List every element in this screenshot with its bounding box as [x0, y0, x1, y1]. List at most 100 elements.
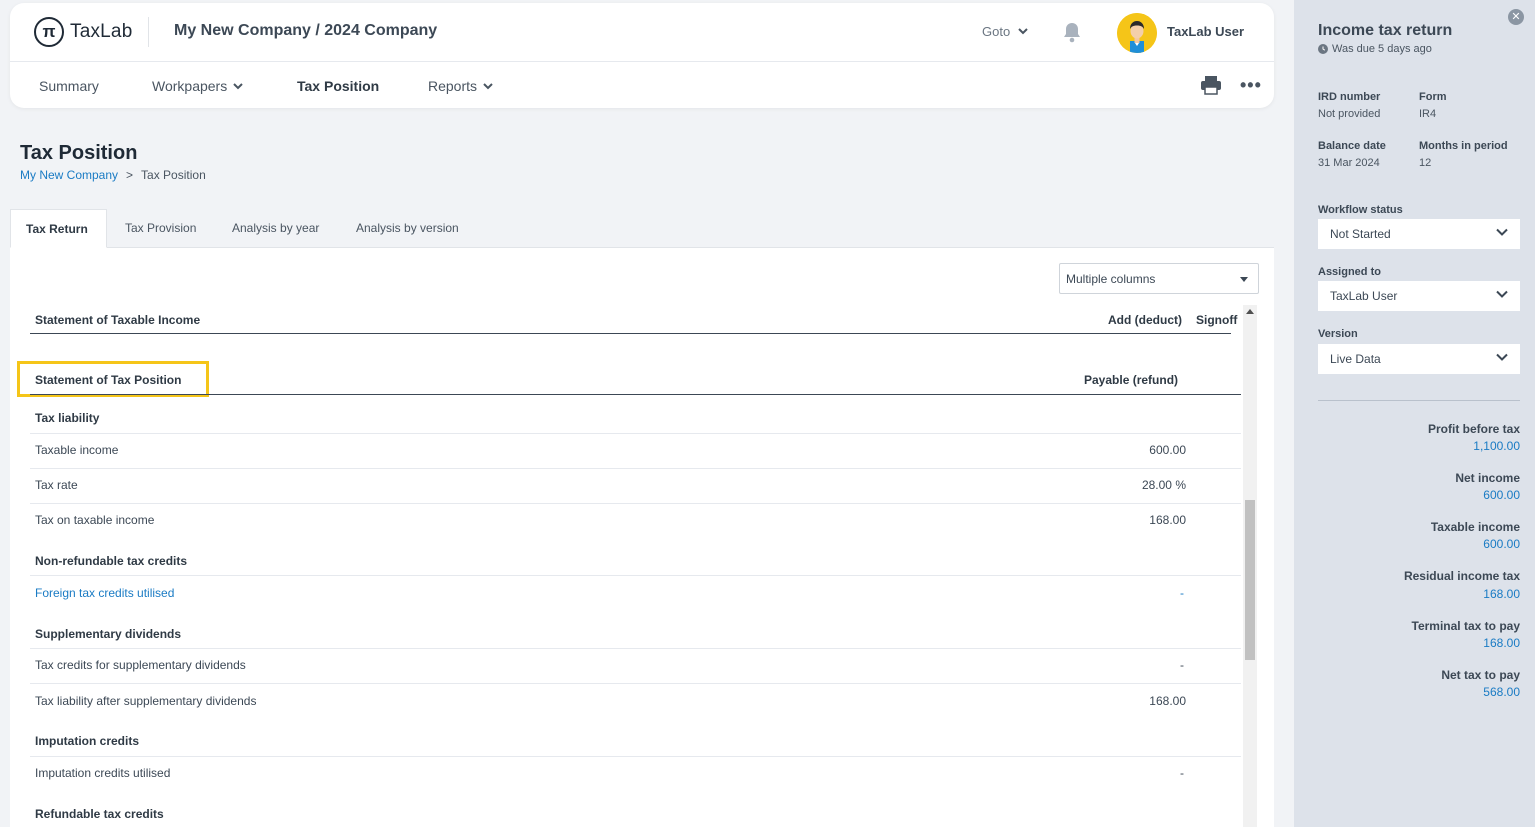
- due-text: Was due 5 days ago: [1332, 43, 1432, 55]
- chevron-down-icon: [483, 82, 493, 89]
- metric-residual-tax-value[interactable]: 168.00: [1483, 587, 1520, 601]
- assigned-to-value: TaxLab User: [1330, 289, 1398, 303]
- logo-text: TaxLab: [70, 21, 133, 42]
- row-foreign-credits-value[interactable]: -: [1180, 586, 1184, 600]
- nav-summary[interactable]: Summary: [39, 78, 99, 94]
- form-value: IR4: [1419, 108, 1437, 120]
- row-liability-after-label: Tax liability after supplementary divide…: [35, 694, 257, 708]
- bell-icon[interactable]: [1062, 21, 1082, 43]
- metric-terminal-tax-value[interactable]: 168.00: [1483, 636, 1520, 650]
- tab-tax-return[interactable]: Tax Return: [10, 209, 107, 248]
- row-foreign-credits-link[interactable]: Foreign tax credits utilised: [35, 586, 174, 600]
- chevron-down-icon: [233, 82, 243, 89]
- taxlab-logo[interactable]: π TaxLab: [34, 17, 132, 47]
- form-label: Form: [1419, 91, 1447, 103]
- scroll-thumb[interactable]: [1245, 500, 1255, 660]
- metric-residual-tax-label: Residual income tax: [1403, 569, 1520, 583]
- chevron-down-icon: [1018, 28, 1028, 35]
- tab-analysis-by-year[interactable]: Analysis by year: [217, 209, 334, 248]
- metric-net-income-value[interactable]: 600.00: [1483, 488, 1520, 502]
- statement-taxable-income-title: Statement of Taxable Income: [35, 313, 201, 327]
- section-refundable-credits: Refundable tax credits: [35, 807, 164, 821]
- workflow-status-label: Workflow status: [1318, 204, 1403, 216]
- content-scrollbar[interactable]: [1243, 305, 1257, 827]
- columns-select[interactable]: Multiple columns: [1059, 263, 1259, 294]
- goto-label: Goto: [982, 24, 1011, 39]
- row-taxable-income-value: 600.00: [1149, 443, 1186, 457]
- metric-net-tax-value[interactable]: 568.00: [1483, 685, 1520, 699]
- section-imputation-credits: Imputation credits: [35, 734, 140, 748]
- columns-select-value: Multiple columns: [1066, 272, 1156, 286]
- col-payable-refund: Payable (refund): [1084, 373, 1179, 387]
- workflow-status-value: Not Started: [1330, 227, 1391, 241]
- sidebar-title: Income tax return: [1318, 22, 1453, 39]
- tab-analysis-by-version[interactable]: Analysis by version: [341, 209, 474, 248]
- user-avatar-icon: [1117, 13, 1157, 53]
- print-icon[interactable]: [1200, 75, 1222, 95]
- app-header: π TaxLab My New Company / 2024 Company G…: [10, 3, 1274, 108]
- scroll-up-arrow-icon[interactable]: [1246, 309, 1254, 314]
- row-imputation-utilised-value: -: [1180, 766, 1184, 780]
- breadcrumb-current: Tax Position: [141, 168, 206, 182]
- tab-bar: Tax Return Tax Provision Analysis by yea…: [10, 209, 1274, 248]
- right-sidebar: [1294, 0, 1535, 827]
- metric-profit-before-tax-value[interactable]: 1,100.00: [1473, 439, 1520, 453]
- breadcrumb-parent-link[interactable]: My New Company: [20, 168, 118, 182]
- months-value: 12: [1419, 157, 1432, 169]
- section-supplementary-dividends: Supplementary dividends: [35, 627, 182, 641]
- chevron-down-icon: [1496, 353, 1508, 361]
- row-taxable-income-label: Taxable income: [35, 443, 119, 457]
- version-select[interactable]: Live Data: [1318, 344, 1520, 374]
- position-header-rule: [30, 394, 1241, 395]
- metric-terminal-tax-label: Terminal tax to pay: [1411, 619, 1520, 633]
- username[interactable]: TaxLab User: [1167, 24, 1244, 39]
- goto-dropdown[interactable]: Goto: [982, 24, 1028, 39]
- row-supp-credits-label: Tax credits for supplementary dividends: [35, 658, 246, 672]
- more-options-icon[interactable]: •••: [1240, 75, 1262, 96]
- balance-date-label: Balance date: [1318, 140, 1386, 152]
- assigned-to-select[interactable]: TaxLab User: [1318, 281, 1520, 311]
- row-supp-credits-value: -: [1180, 658, 1184, 672]
- avatar[interactable]: [1117, 13, 1157, 53]
- section-non-refundable-credits: Non-refundable tax credits: [35, 554, 188, 568]
- nav-workpapers-label: Workpapers: [152, 78, 228, 94]
- sidebar-divider: [1318, 400, 1520, 401]
- col-signoff: Signoff: [1196, 313, 1238, 327]
- version-value: Live Data: [1330, 352, 1381, 366]
- ird-number-value: Not provided: [1318, 108, 1381, 120]
- metric-profit-before-tax-label: Profit before tax: [1427, 422, 1520, 436]
- ird-number-label: IRD number: [1318, 91, 1381, 103]
- income-header-rule: [30, 333, 1231, 334]
- row-tax-on-income-value: 168.00: [1149, 513, 1186, 527]
- nav-tax-position[interactable]: Tax Position: [297, 78, 379, 94]
- tax-return-panel: Multiple columns Statement of Taxable In…: [10, 248, 1274, 827]
- row-separator: [30, 648, 1241, 649]
- row-tax-on-income-label: Tax on taxable income: [35, 513, 155, 527]
- chevron-down-icon: [1496, 228, 1508, 236]
- row-liability-after-value: 168.00: [1149, 694, 1186, 708]
- metric-taxable-income-value[interactable]: 600.00: [1483, 537, 1520, 551]
- statement-tax-position-title: Statement of Tax Position: [35, 373, 182, 387]
- header-top-bar: π TaxLab My New Company / 2024 Company G…: [10, 3, 1274, 62]
- nav-workpapers[interactable]: Workpapers: [152, 78, 243, 94]
- section-tax-liability: Tax liability: [35, 411, 100, 425]
- page-title: Tax Position: [20, 142, 138, 164]
- nav-summary-label: Summary: [39, 78, 99, 94]
- company-title[interactable]: My New Company / 2024 Company: [174, 22, 437, 40]
- header-divider: [148, 17, 149, 47]
- row-imputation-utilised-label: Imputation credits utilised: [35, 766, 171, 780]
- breadcrumb: My New Company > Tax Position: [20, 168, 206, 182]
- metric-taxable-income-label: Taxable income: [1430, 520, 1520, 534]
- metric-net-tax-label: Net tax to pay: [1441, 668, 1520, 682]
- chevron-down-icon: [1496, 290, 1508, 298]
- workflow-status-select[interactable]: Not Started: [1318, 219, 1520, 249]
- tab-tax-provision[interactable]: Tax Provision: [110, 209, 211, 248]
- months-label: Months in period: [1419, 140, 1508, 152]
- row-separator: [30, 575, 1241, 576]
- row-separator: [30, 683, 1241, 684]
- version-label: Version: [1318, 328, 1358, 340]
- nav-reports[interactable]: Reports: [428, 78, 493, 94]
- close-icon[interactable]: ✕: [1508, 9, 1524, 25]
- clock-icon: [1318, 44, 1328, 54]
- breadcrumb-separator: >: [126, 168, 134, 182]
